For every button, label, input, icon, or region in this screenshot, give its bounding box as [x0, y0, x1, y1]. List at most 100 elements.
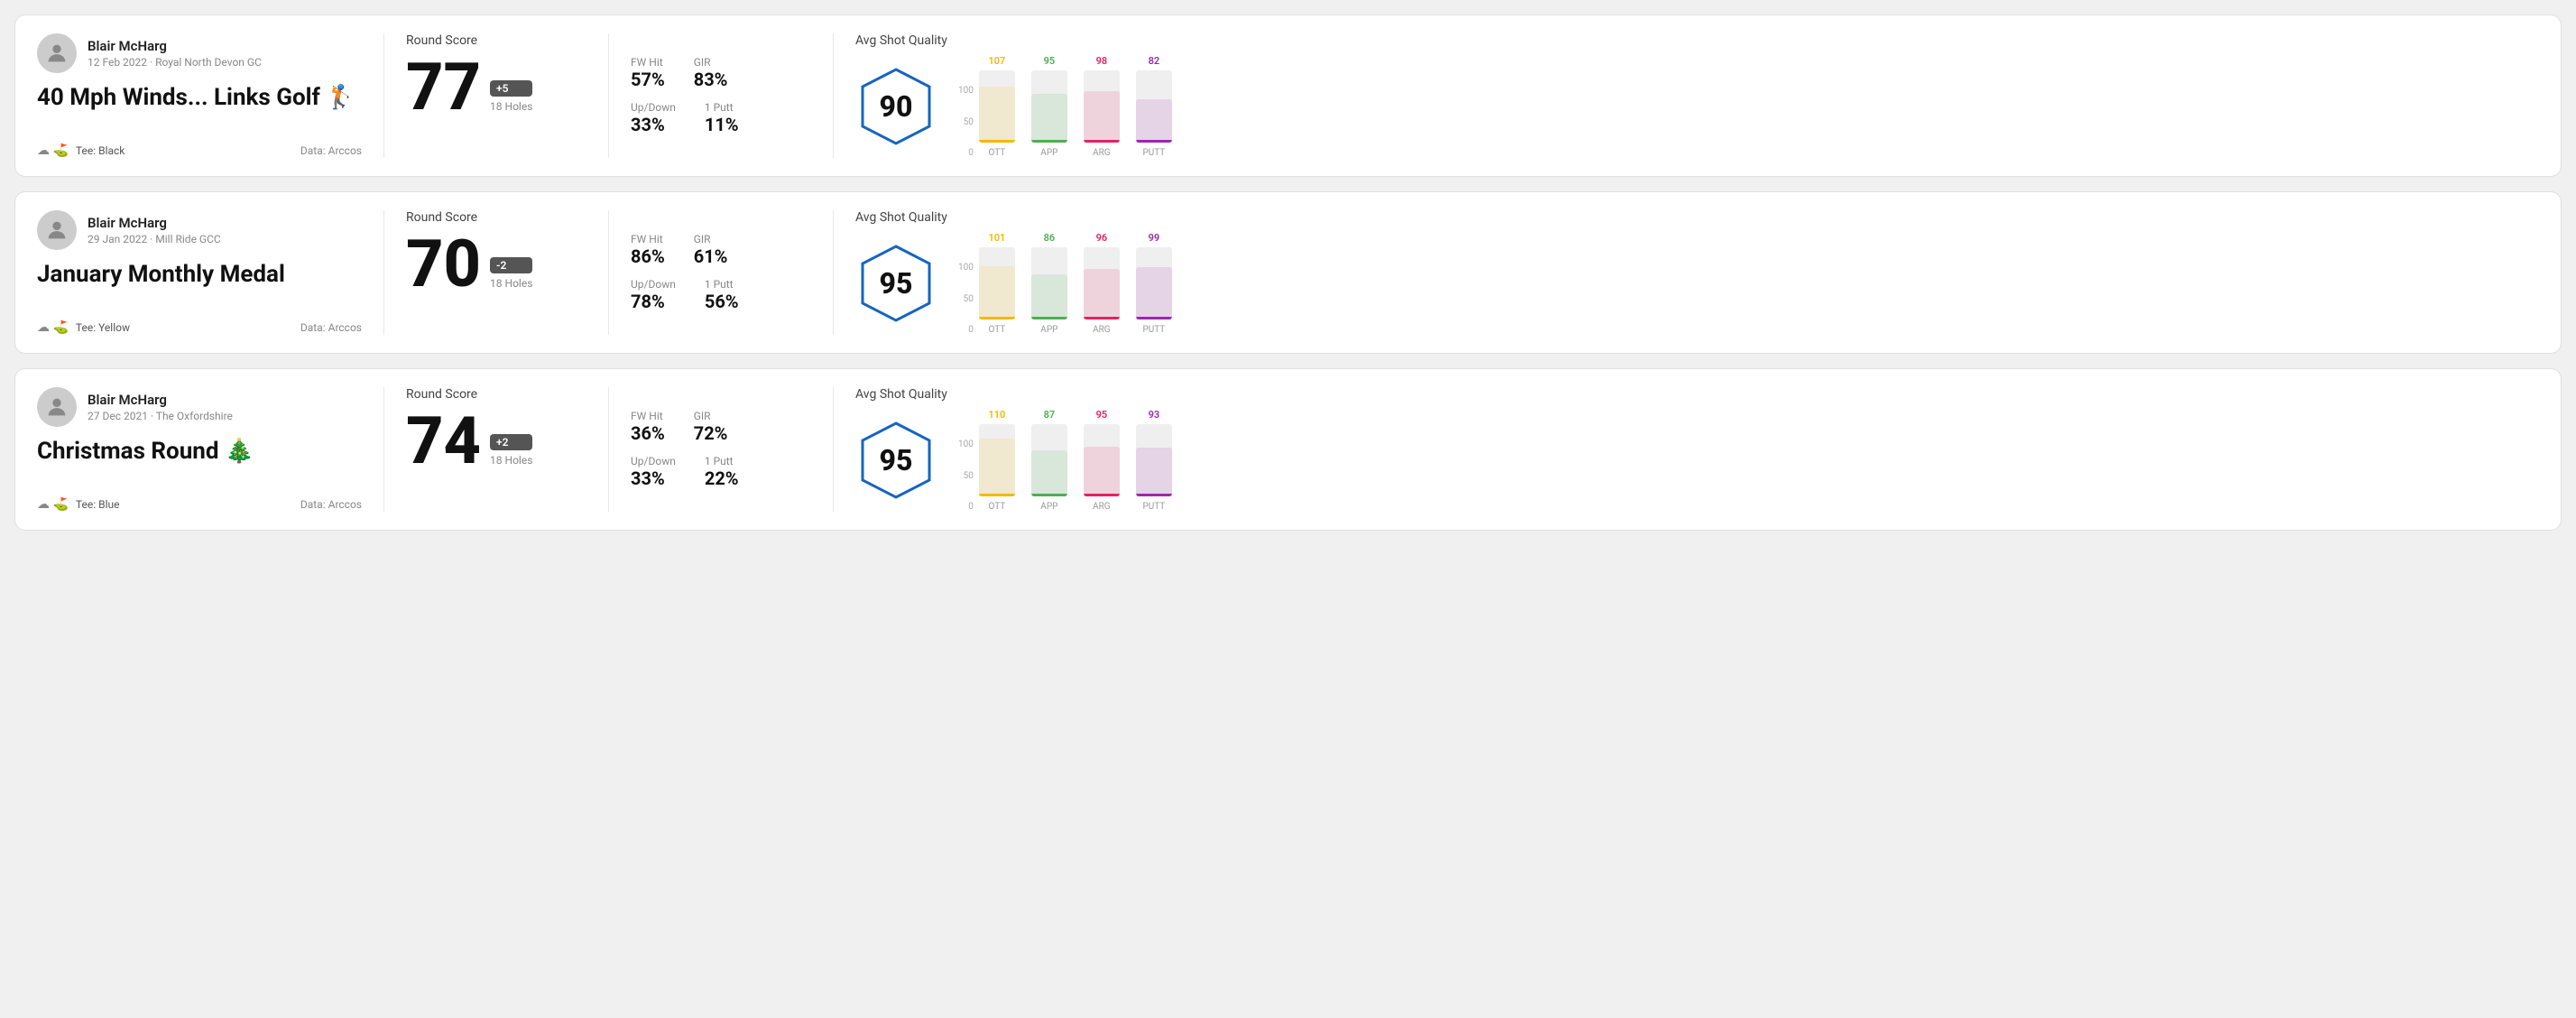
bar-col-app: 95 APP: [1031, 55, 1067, 158]
holes-label: 18 Holes: [490, 277, 532, 290]
divider: [383, 33, 384, 158]
bar-track: [1031, 247, 1067, 319]
data-source: Data: Arccos: [300, 321, 362, 334]
quality-label: Avg Shot Quality: [855, 33, 2539, 48]
fw-hit-label: FW Hit: [631, 410, 665, 422]
stats-section: FW Hit 57% GIR 83% Up/Down 33% 1 Putt 11…: [631, 33, 811, 158]
score-badge-col: -2 18 Holes: [490, 257, 532, 297]
stat-gir: GIR 83%: [694, 56, 728, 90]
fw-hit-value: 57%: [631, 69, 665, 90]
bar-label: ARG: [1093, 148, 1111, 158]
left-section: Blair McHarg 27 Dec 2021 · The Oxfordshi…: [37, 387, 362, 512]
stats-section: FW Hit 36% GIR 72% Up/Down 33% 1 Putt 22…: [631, 387, 811, 512]
stat-oneputt: 1 Putt 22%: [705, 455, 739, 489]
bar-fill: [1031, 450, 1067, 496]
bar-label: APP: [1040, 325, 1057, 335]
bar-line: [979, 317, 1015, 319]
bar-fill: [1031, 274, 1067, 319]
bar-chart: 100 50 0 110 OTT 87 APP 95 ARG 93: [958, 409, 1172, 512]
player-name: Blair McHarg: [88, 392, 233, 408]
bar-track: [1136, 424, 1172, 496]
bar-line: [1136, 140, 1172, 143]
oneputt-value: 56%: [705, 291, 739, 312]
quality-block: Avg Shot Quality 90 100 50 0 107 OTT 95: [855, 33, 2539, 158]
updown-value: 33%: [631, 467, 676, 489]
bar-col-arg: 95 ARG: [1084, 409, 1120, 512]
bar-value: 98: [1096, 55, 1108, 67]
bar-value: 86: [1044, 232, 1056, 244]
player-name: Blair McHarg: [88, 38, 262, 54]
bar-track: [1136, 247, 1172, 319]
stat-gir: GIR 72%: [694, 410, 728, 444]
score-badge-col: +5 18 Holes: [490, 80, 532, 120]
score-main: 70 -2 18 Holes: [406, 232, 586, 297]
quality-block: Avg Shot Quality 95 100 50 0 110 OTT 87: [855, 387, 2539, 512]
updown-value: 78%: [631, 291, 676, 312]
bar-value: 87: [1044, 409, 1056, 421]
stat-fw-hit: FW Hit 57%: [631, 56, 665, 90]
stat-gir: GIR 61%: [694, 233, 728, 267]
score-main: 77 +5 18 Holes: [406, 55, 586, 120]
bar-line: [1084, 494, 1120, 496]
user-icon: [44, 41, 69, 66]
bar-col-putt: 99 PUTT: [1136, 232, 1172, 335]
stats-row-bottom: Up/Down 33% 1 Putt 22%: [631, 455, 811, 489]
bar-label: PUTT: [1142, 502, 1165, 512]
bar-value: 93: [1149, 409, 1160, 421]
bar-line: [1031, 494, 1067, 496]
holes-label: 18 Holes: [490, 454, 532, 467]
bar-fill: [1136, 99, 1172, 143]
bar-col-arg: 98 ARG: [1084, 55, 1120, 158]
bar-fill: [979, 439, 1015, 496]
tee-info: ☁ ⛳ Tee: Black Data: Arccos: [37, 143, 362, 158]
bar-col-app: 87 APP: [1031, 409, 1067, 512]
player-date-course: 12 Feb 2022 · Royal North Devon GC: [88, 56, 262, 69]
player-details: Blair McHarg 27 Dec 2021 · The Oxfordshi…: [88, 392, 233, 422]
data-source: Data: Arccos: [300, 144, 362, 157]
stat-updown: Up/Down 33%: [631, 101, 676, 135]
quality-label: Avg Shot Quality: [855, 387, 2539, 402]
bar-label: OTT: [988, 325, 1005, 335]
score-label: Round Score: [406, 210, 586, 225]
round-title: Christmas Round 🎄: [37, 438, 362, 465]
stats-row-bottom: Up/Down 78% 1 Putt 56%: [631, 278, 811, 312]
bar-col-app: 86 APP: [1031, 232, 1067, 335]
quality-section: Avg Shot Quality 95 100 50 0 110 OTT 87: [855, 387, 2539, 512]
oneputt-label: 1 Putt: [705, 101, 739, 114]
updown-label: Up/Down: [631, 101, 676, 114]
player-details: Blair McHarg 12 Feb 2022 · Royal North D…: [88, 38, 262, 69]
tee-left: ☁ ⛳ Tee: Blue: [37, 497, 119, 512]
stats-row-bottom: Up/Down 33% 1 Putt 11%: [631, 101, 811, 135]
player-info: Blair McHarg 27 Dec 2021 · The Oxfordshi…: [37, 387, 362, 427]
bar-value: 99: [1149, 232, 1160, 244]
bar-fill: [1084, 91, 1120, 143]
oneputt-label: 1 Putt: [705, 455, 739, 467]
divider: [383, 387, 384, 512]
fw-hit-label: FW Hit: [631, 56, 665, 69]
user-icon: [44, 217, 69, 243]
quality-label: Avg Shot Quality: [855, 210, 2539, 225]
hex-score: 95: [880, 266, 913, 301]
bar-col-arg: 96 ARG: [1084, 232, 1120, 335]
tee-label: Tee: Black: [76, 144, 125, 157]
round-title: January Monthly Medal: [37, 261, 362, 288]
bar-col-ott: 107 OTT: [979, 55, 1015, 158]
tee-left: ☁ ⛳ Tee: Yellow: [37, 320, 130, 335]
fw-hit-label: FW Hit: [631, 233, 665, 245]
left-section: Blair McHarg 12 Feb 2022 · Royal North D…: [37, 33, 362, 158]
score-number: 77: [406, 55, 481, 120]
quality-section: Avg Shot Quality 95 100 50 0 101 OTT 86: [855, 210, 2539, 335]
bar-track: [1136, 70, 1172, 143]
tee-label: Tee: Blue: [76, 498, 120, 511]
bar-value: 96: [1096, 232, 1108, 244]
bar-value: 82: [1149, 55, 1160, 67]
quality-section: Avg Shot Quality 90 100 50 0 107 OTT 95: [855, 33, 2539, 158]
bar-track: [1084, 70, 1120, 143]
avatar: [37, 387, 77, 427]
gir-value: 72%: [694, 422, 728, 444]
bar-fill: [1136, 267, 1172, 319]
tee-label: Tee: Yellow: [76, 321, 130, 334]
data-source: Data: Arccos: [300, 498, 362, 511]
stat-fw-hit: FW Hit 86%: [631, 233, 665, 267]
bar-fill: [1084, 447, 1120, 496]
